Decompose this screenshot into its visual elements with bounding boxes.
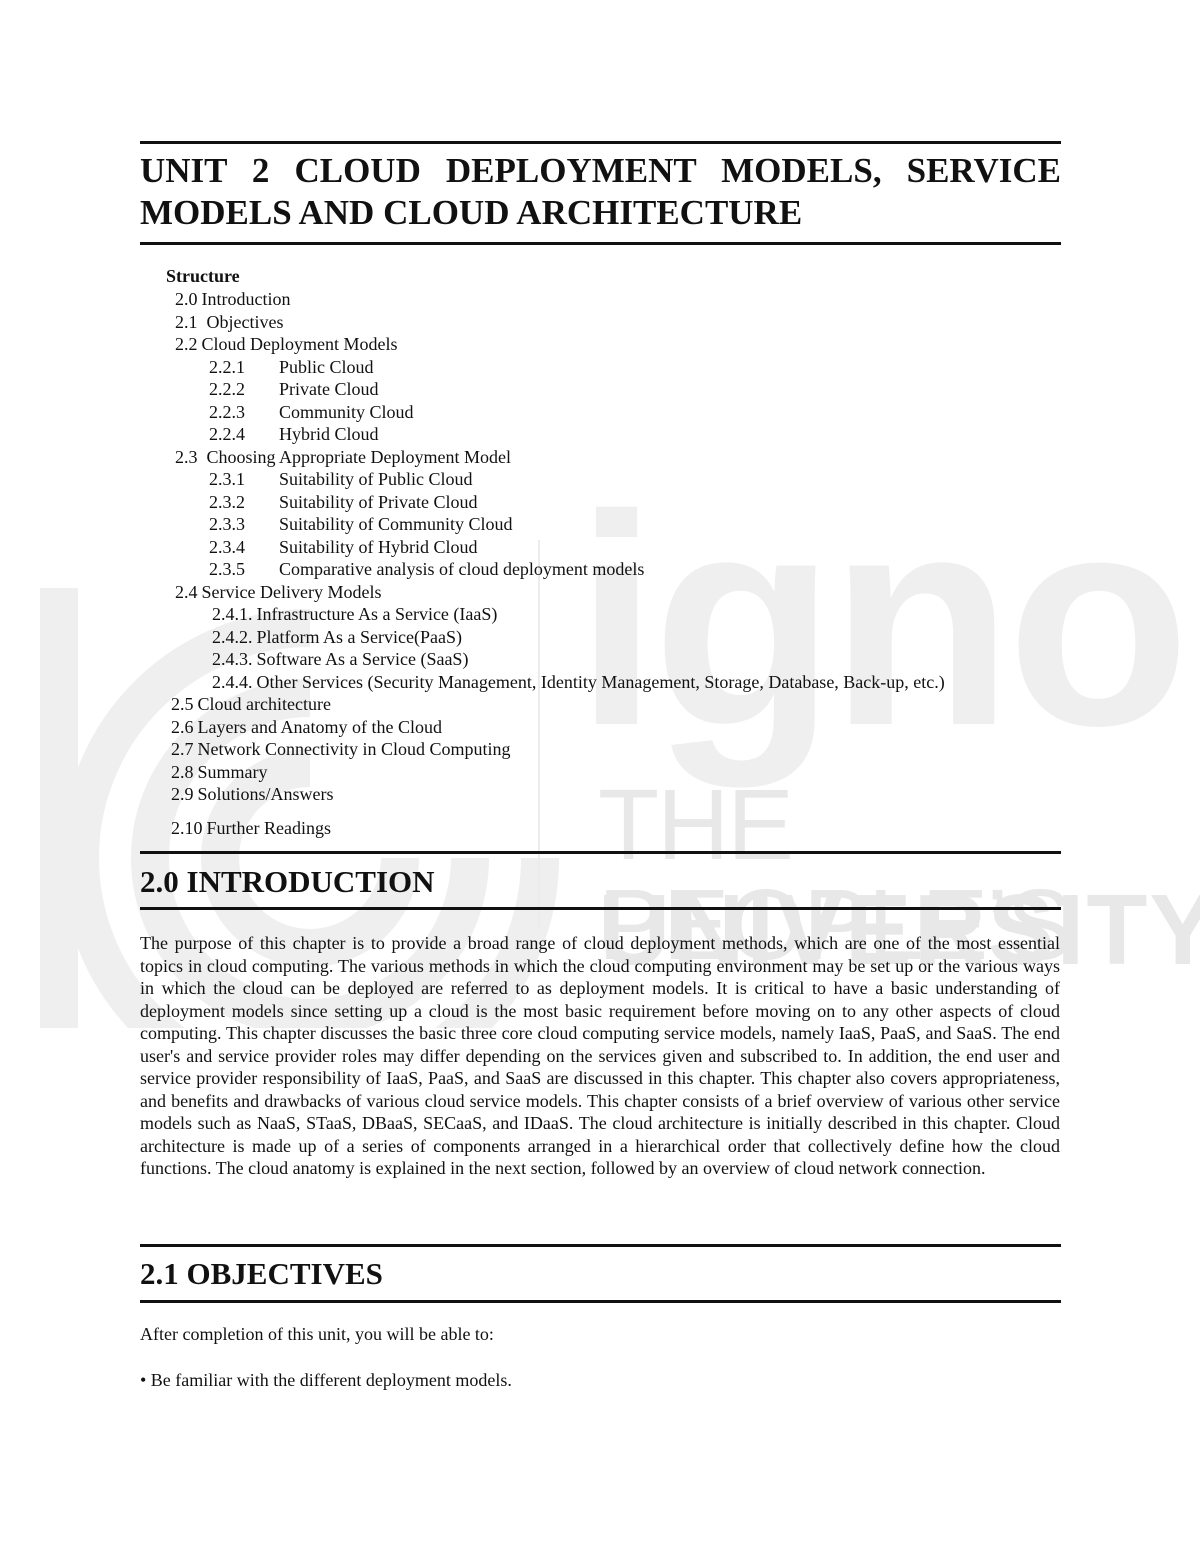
toc-item: 2.10 Further Readings bbox=[171, 817, 331, 839]
toc-item: 2.4.4. Other Services (Security Managemen… bbox=[212, 671, 945, 693]
toc-item: 2.2.3 Community Cloud bbox=[209, 401, 414, 423]
toc-item-number: 2.4.3. bbox=[212, 649, 253, 669]
toc-item-number: 2.6 bbox=[171, 716, 194, 737]
toc-item-number: 2.2.2 bbox=[209, 379, 245, 399]
toc-item-number: 2.4.4. bbox=[212, 671, 253, 692]
title-rule-top bbox=[140, 141, 1061, 144]
toc-item: 2.3.5 Comparative analysis of cloud deplo… bbox=[209, 558, 644, 580]
toc-item: 2.4.1. Infrastructure As a Service (IaaS) bbox=[212, 603, 497, 625]
watermark-divider bbox=[538, 540, 540, 930]
toc-item-number: 2.4.2. bbox=[212, 626, 253, 647]
toc-item-number: 2.3.4 bbox=[209, 536, 245, 557]
introduction-heading: 2.0 INTRODUCTION bbox=[140, 864, 435, 899]
toc-item-label: Infrastructure As a Service (IaaS) bbox=[256, 604, 498, 624]
toc-item-number: 2.9 bbox=[171, 784, 194, 804]
toc-item-label: Private Cloud bbox=[279, 379, 379, 399]
toc-item-label: Solutions/Answers bbox=[197, 784, 334, 804]
toc-item: 2.4.2. Platform As a Service(PaaS) bbox=[212, 626, 462, 648]
toc-item-number: 2.3.3 bbox=[209, 514, 245, 534]
toc-item-number: 2.3 bbox=[175, 446, 198, 467]
unit-title-line-2: MODELS AND CLOUD ARCHITECTURE bbox=[140, 193, 803, 232]
toc-item-label: Suitability of Hybrid Cloud bbox=[279, 536, 478, 557]
watermark-brand: ignou bbox=[575, 452, 1200, 788]
toc-item: 2.2.2 Private Cloud bbox=[209, 378, 379, 400]
objectives-heading: 2.1 OBJECTIVES bbox=[140, 1256, 383, 1291]
toc-item-number: 2.2.3 bbox=[209, 401, 245, 422]
objectives-bullet: • Be familiar with the different deploym… bbox=[140, 1370, 512, 1390]
introduction-paragraph: The purpose of this chapter is to provid… bbox=[140, 933, 1060, 1178]
toc-item-number: 2.3.1 bbox=[209, 469, 245, 489]
toc-item-label: Introduction bbox=[201, 289, 291, 309]
toc-item-label: Suitability of Public Cloud bbox=[279, 469, 473, 489]
toc-item-label: Comparative analysis of cloud deployment… bbox=[279, 559, 645, 579]
toc-item-label: Objectives bbox=[206, 311, 284, 332]
toc-item-label: Layers and Anatomy of the Cloud bbox=[197, 716, 442, 737]
unit-title-line-1: UNIT 2 CLOUD DEPLOYMENT MODELS, SERVICE bbox=[140, 151, 1061, 190]
toc-item-label: Network Connectivity in Cloud Computing bbox=[197, 739, 511, 759]
toc-item-label: Further Readings bbox=[206, 818, 331, 838]
toc-item: 2.3.3 Suitability of Community Cloud bbox=[209, 513, 513, 535]
title-rule-bottom bbox=[140, 242, 1061, 245]
toc-item-label: Choosing Appropriate Deployment Model bbox=[206, 446, 511, 467]
toc-item: 2.7 Network Connectivity in Cloud Computi… bbox=[171, 738, 511, 760]
toc-item-number: 2.4.1. bbox=[212, 604, 253, 624]
objectives-lead: After completion of this unit, you will … bbox=[140, 1324, 494, 1344]
toc-item-number: 2.3.2 bbox=[209, 491, 245, 512]
toc-item-number: 2.5 bbox=[171, 694, 194, 714]
toc-item-label: Public Cloud bbox=[279, 356, 374, 377]
toc-item-number: 2.7 bbox=[171, 739, 194, 759]
toc-item: 2.9 Solutions/Answers bbox=[171, 783, 334, 805]
toc-item-label: Platform As a Service(PaaS) bbox=[256, 626, 462, 647]
toc-item: 2.3.1 Suitability of Public Cloud bbox=[209, 468, 473, 490]
toc-item-number: 2.4 bbox=[175, 581, 198, 602]
toc-item-number: 2.2.1 bbox=[209, 356, 245, 377]
toc-item: 2.1 Objectives bbox=[175, 311, 283, 333]
toc-item-number: 2.8 bbox=[171, 761, 194, 782]
toc-item-label: Cloud Deployment Models bbox=[201, 334, 398, 354]
toc-item: 2.4 Service Delivery Models bbox=[175, 581, 381, 603]
toc-item-label: Community Cloud bbox=[279, 401, 414, 422]
toc-item: 2.2.1 Public Cloud bbox=[209, 356, 374, 378]
toc-item-number: 2.2 bbox=[175, 334, 198, 354]
intro-rule-top bbox=[140, 851, 1061, 854]
toc-item: 2.0 Introduction bbox=[175, 288, 290, 310]
toc-item: 2.8 Summary bbox=[171, 761, 268, 783]
toc-item-label: Cloud architecture bbox=[197, 694, 331, 714]
objectives-rule-top bbox=[140, 1244, 1061, 1247]
toc-item: 2.3 Choosing Appropriate Deployment Model bbox=[175, 446, 511, 468]
intro-rule-bottom bbox=[140, 907, 1061, 910]
toc-item: 2.4.3. Software As a Service (SaaS) bbox=[212, 648, 468, 670]
toc-item-label: Other Services (Security Management, Ide… bbox=[256, 671, 945, 692]
toc-item-label: Suitability of Private Cloud bbox=[279, 491, 478, 512]
toc-item: 2.3.2 Suitability of Private Cloud bbox=[209, 491, 478, 513]
toc-item-label: Service Delivery Models bbox=[201, 581, 382, 602]
toc-item-number: 2.2.4 bbox=[209, 424, 245, 444]
toc-item-label: Hybrid Cloud bbox=[279, 424, 379, 444]
toc-item-label: Software As a Service (SaaS) bbox=[256, 649, 469, 669]
objectives-rule-bottom bbox=[140, 1300, 1061, 1303]
toc-item: 2.6 Layers and Anatomy of the Cloud bbox=[171, 716, 442, 738]
unit-title: UNIT 2 CLOUD DEPLOYMENT MODELS, SERVICE … bbox=[140, 150, 1061, 234]
structure-heading: Structure bbox=[166, 266, 240, 286]
toc-item-label: Suitability of Community Cloud bbox=[279, 514, 513, 534]
toc-item-label: Summary bbox=[197, 761, 268, 782]
toc-item: 2.2.4 Hybrid Cloud bbox=[209, 423, 379, 445]
toc-item-number: 2.0 bbox=[175, 289, 198, 309]
toc-item-number: 2.1 bbox=[175, 311, 198, 332]
toc-item: 2.3.4 Suitability of Hybrid Cloud bbox=[209, 536, 478, 558]
toc-item-number: 2.10 bbox=[171, 818, 203, 838]
toc-item: 2.5 Cloud architecture bbox=[171, 693, 331, 715]
toc-item: 2.2 Cloud Deployment Models bbox=[175, 333, 398, 355]
toc-item-number: 2.3.5 bbox=[209, 559, 245, 579]
